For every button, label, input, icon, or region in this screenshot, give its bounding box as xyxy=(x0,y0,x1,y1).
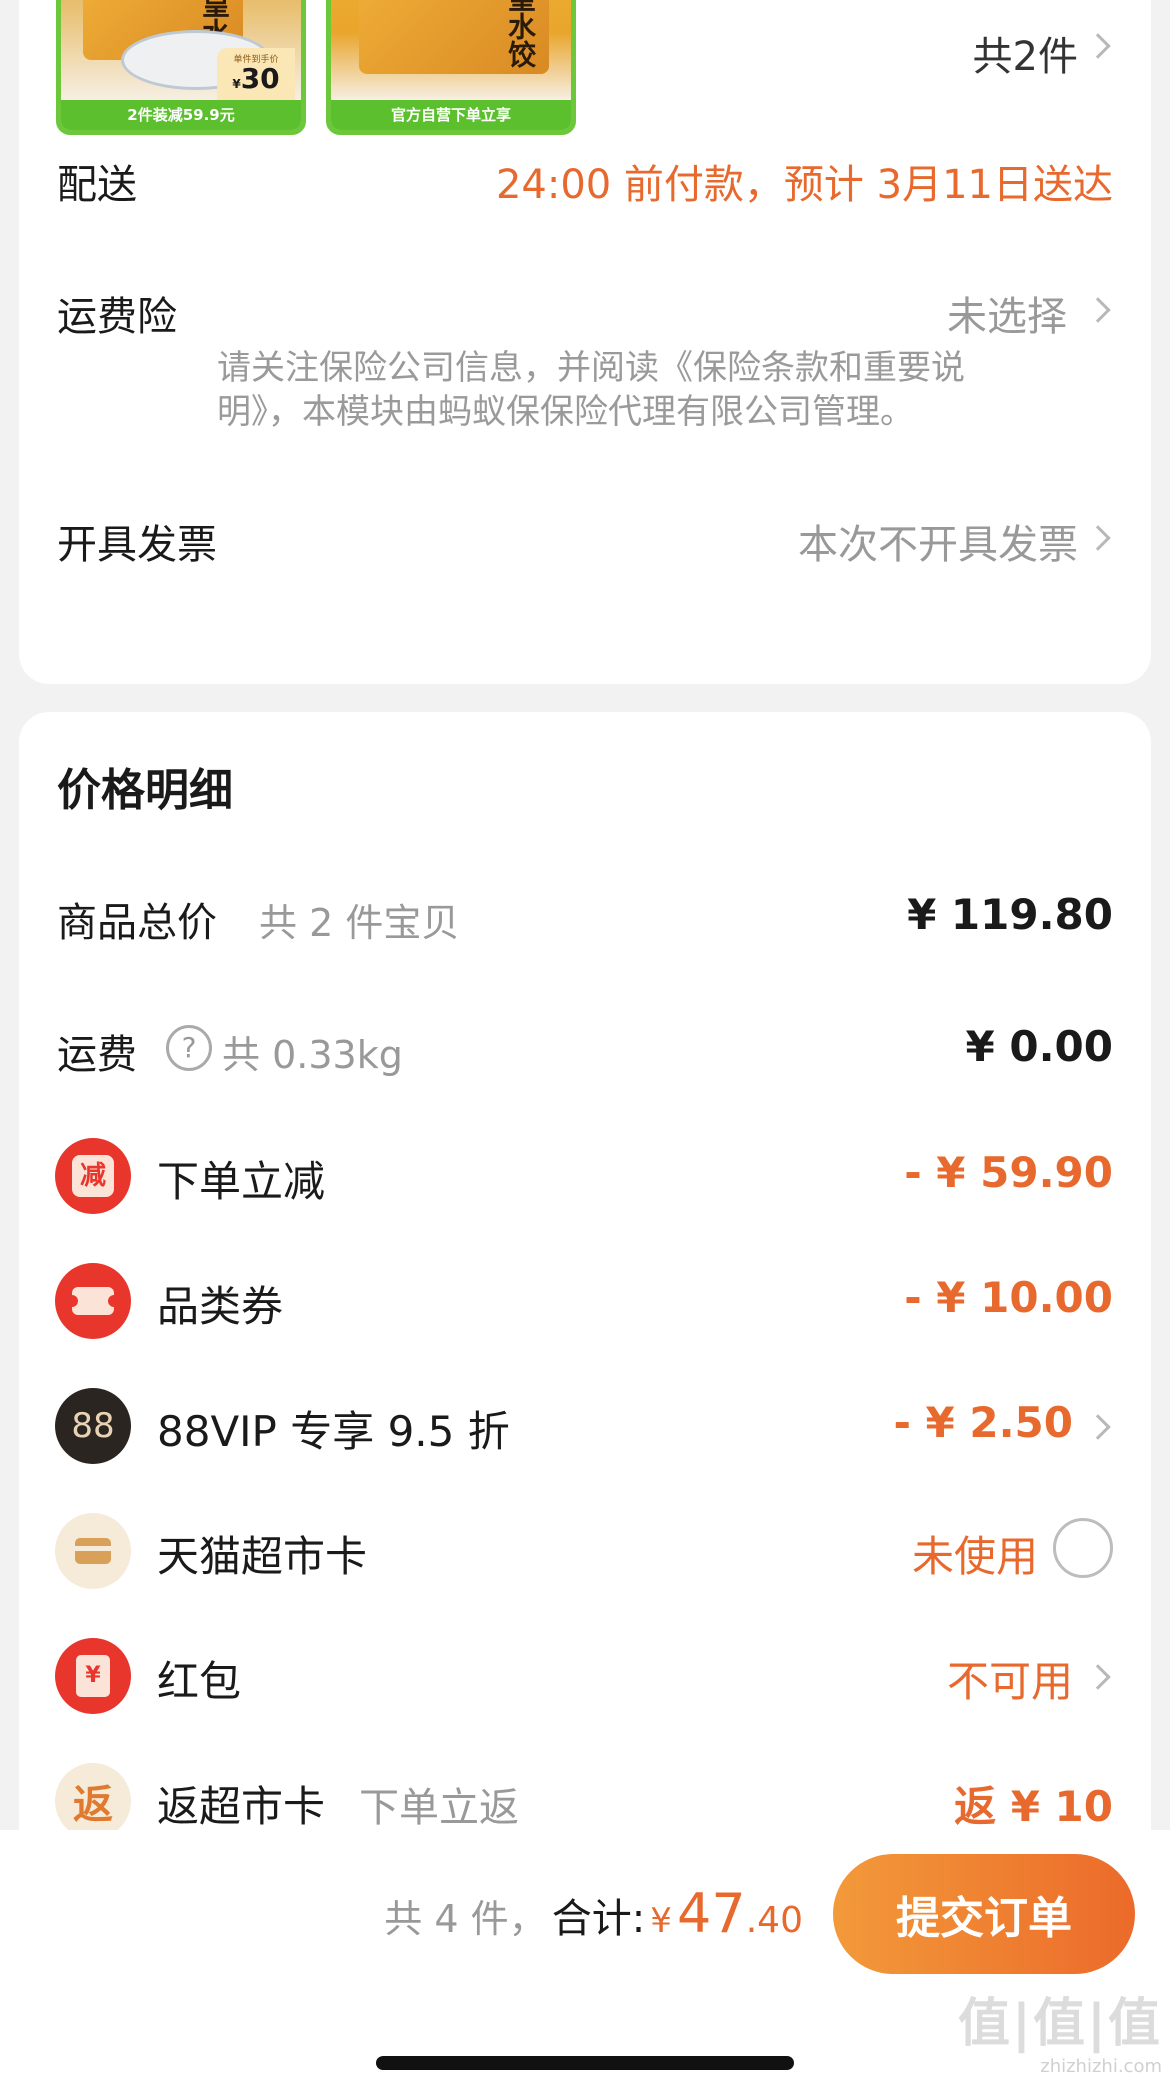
watermark: 值|值|值 zhizhizhi.com xyxy=(958,1981,1162,2077)
reduce-icon: 减 xyxy=(55,1138,131,1214)
total-decimal: .40 xyxy=(745,1900,803,1941)
home-indicator[interactable] xyxy=(376,2056,794,2070)
goods-count: 共 2 件宝贝 xyxy=(259,901,460,945)
delivery-estimate: 24:00 前付款，预计 3月11日送达 xyxy=(495,162,1113,208)
shipping-insurance-label: 运费险 xyxy=(57,294,177,340)
watermark-site: zhizhizhi.com xyxy=(1040,2056,1162,2077)
discount-label: 88VIP 专享 9.5 折 xyxy=(157,1407,510,1456)
price-tag: 单件到手价 ¥30 xyxy=(217,48,295,100)
currency-symbol: ¥ xyxy=(650,1901,672,1941)
vip88-icon: 88 xyxy=(55,1388,131,1464)
chevron-right-icon xyxy=(1085,33,1111,59)
submit-order-button[interactable]: 提交订单 xyxy=(833,1854,1135,1974)
chevron-right-icon xyxy=(1085,297,1111,323)
discount-label: 红包 xyxy=(157,1657,242,1706)
total-label: 合计: xyxy=(551,1896,646,1942)
promo-strip: 官方自营下单立享 xyxy=(331,100,571,130)
price-tag-value: ¥30 xyxy=(232,62,280,95)
discount-label: 下单立减 xyxy=(157,1157,326,1206)
product-thumbnail-1[interactable]: 虾皇水饺 单件到手价 ¥30 2件装减59.9元 xyxy=(56,0,306,135)
shipping-fee-label: 运费 xyxy=(57,1032,137,1078)
invoice-value[interactable]: 本次不开具发票 xyxy=(798,512,1078,570)
chevron-right-icon xyxy=(1085,1414,1111,1440)
items-count-total: 共 4 件， xyxy=(384,1897,547,1941)
discount-value[interactable]: 不可用 xyxy=(947,1648,1073,1709)
discount-value: 未使用 xyxy=(911,1532,1038,1581)
total-integer: 47 xyxy=(677,1882,746,1945)
use-card-radio[interactable] xyxy=(1053,1518,1113,1578)
chevron-right-icon xyxy=(1085,525,1111,551)
product-thumbnail-2[interactable]: 虾皇水饺 官方自营下单立享 xyxy=(326,0,576,135)
order-info-card: 虾皇水饺 单件到手价 ¥30 2件装减59.9元 虾皇水饺 官方自营下单立享 共… xyxy=(19,0,1151,684)
insurance-note-line: 明》，本模块由蚂蚁保保险代理有限公司管理。 xyxy=(217,392,914,432)
card-icon xyxy=(55,1513,131,1589)
rebate-note: 下单立返 xyxy=(359,1785,519,1831)
discount-value[interactable]: - ¥ 2.50 xyxy=(893,1398,1073,1447)
section-title: 价格明细 xyxy=(57,765,233,816)
product-image: 虾皇水饺 xyxy=(331,0,571,100)
goods-total-value: ¥ 119.80 xyxy=(907,890,1113,939)
shipping-fee-value: ¥ 0.00 xyxy=(965,1022,1113,1071)
items-count[interactable]: 共2件 xyxy=(973,24,1078,82)
shipping-insurance-value[interactable]: 未选择 xyxy=(947,284,1067,342)
shipping-weight: 共 0.33kg xyxy=(222,1033,403,1077)
discount-label: 品类券 xyxy=(157,1282,284,1331)
rebate-icon: 返 xyxy=(55,1763,131,1839)
discount-value: - ¥ 10.00 xyxy=(904,1273,1113,1322)
coupon-icon xyxy=(55,1263,131,1339)
promo-strip: 2件装减59.9元 xyxy=(61,100,301,130)
discount-value: - ¥ 59.90 xyxy=(904,1148,1113,1197)
delivery-label: 配送 xyxy=(57,162,137,208)
insurance-note-line: 请关注保险公司信息，并阅读《保险条款和重要说 xyxy=(217,348,965,388)
insurance-note: 请关注保险公司信息，并阅读《保险条款和重要说 明》，本模块由蚂蚁保保险代理有限公… xyxy=(217,346,965,434)
product-title: 虾皇水饺 xyxy=(504,0,537,68)
order-total: 共 4 件， 合计: ¥ 47.40 xyxy=(384,1882,803,1945)
discount-value: 返 ¥ 10 xyxy=(954,1782,1113,1831)
watermark-logo: 值|值|值 xyxy=(958,1994,1162,2054)
discount-label: 天猫超市卡 xyxy=(157,1532,368,1581)
goods-total-label: 商品总价 xyxy=(57,900,217,946)
discount-label: 返超市卡 xyxy=(157,1782,326,1831)
red-packet-icon: ¥ xyxy=(55,1638,131,1714)
invoice-label: 开具发票 xyxy=(57,522,217,568)
chevron-right-icon xyxy=(1085,1664,1111,1690)
checkout-bar: 共 4 件， 合计: ¥ 47.40 提交订单 值|值|值 zhizhizhi.… xyxy=(0,1830,1170,2097)
help-icon[interactable]: ? xyxy=(166,1025,212,1071)
